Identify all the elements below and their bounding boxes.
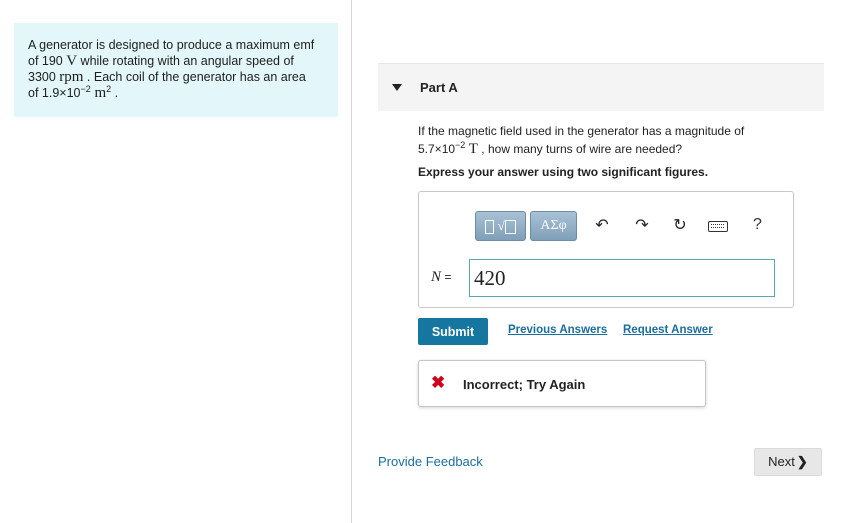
question-text: If the magnetic field used in the genera… (418, 122, 798, 158)
next-label: Next (768, 454, 795, 469)
redo-icon[interactable]: ↷ (633, 217, 651, 235)
part-title: Part A (420, 80, 458, 95)
panel-divider (351, 0, 352, 523)
collapse-arrow-icon[interactable] (392, 84, 402, 91)
question-line-2: 5.7×10−2 T , how many turns of wire are … (418, 140, 683, 158)
next-button[interactable]: Next ❯ (754, 448, 822, 476)
submit-button[interactable]: Submit (418, 318, 488, 345)
problem-line-3: 3300 rpm . Each coil of the generator ha… (28, 69, 306, 85)
templates-icon: √ (485, 218, 516, 234)
answer-input[interactable]: 420 (469, 259, 775, 297)
problem-statement: A generator is designed to produce a max… (14, 23, 338, 117)
undo-icon[interactable]: ↶ (593, 217, 611, 235)
request-answer-link[interactable]: Request Answer (623, 324, 713, 336)
previous-answers-link[interactable]: Previous Answers (508, 324, 607, 336)
chevron-right-icon: ❯ (796, 454, 808, 469)
question-line-1: If the magnetic field used in the genera… (418, 124, 745, 138)
answer-variable-label: N = (431, 269, 452, 285)
templates-button[interactable]: √ (475, 211, 526, 241)
reset-icon[interactable]: ↻ (671, 217, 689, 235)
keyboard-icon[interactable] (708, 221, 728, 232)
provide-feedback-link[interactable]: Provide Feedback (378, 454, 483, 469)
instruction-text: Express your answer using two significan… (418, 165, 709, 179)
help-icon[interactable]: ? (753, 216, 762, 234)
problem-line-2: of 190 V while rotating with an angular … (28, 53, 294, 69)
incorrect-x-icon: ✖ (431, 373, 446, 392)
problem-line-4: of 1.9×10−2 m2 . (28, 84, 119, 102)
feedback-box: ✖ Incorrect; Try Again (418, 360, 706, 407)
problem-line-1: A generator is designed to produce a max… (28, 38, 315, 52)
feedback-text: Incorrect; Try Again (463, 377, 586, 392)
answer-box: √ ΑΣφ ↶ ↷ ↻ ? N = 420 (418, 191, 794, 308)
symbols-button[interactable]: ΑΣφ (530, 211, 577, 241)
part-a-header[interactable]: Part A (378, 63, 824, 111)
